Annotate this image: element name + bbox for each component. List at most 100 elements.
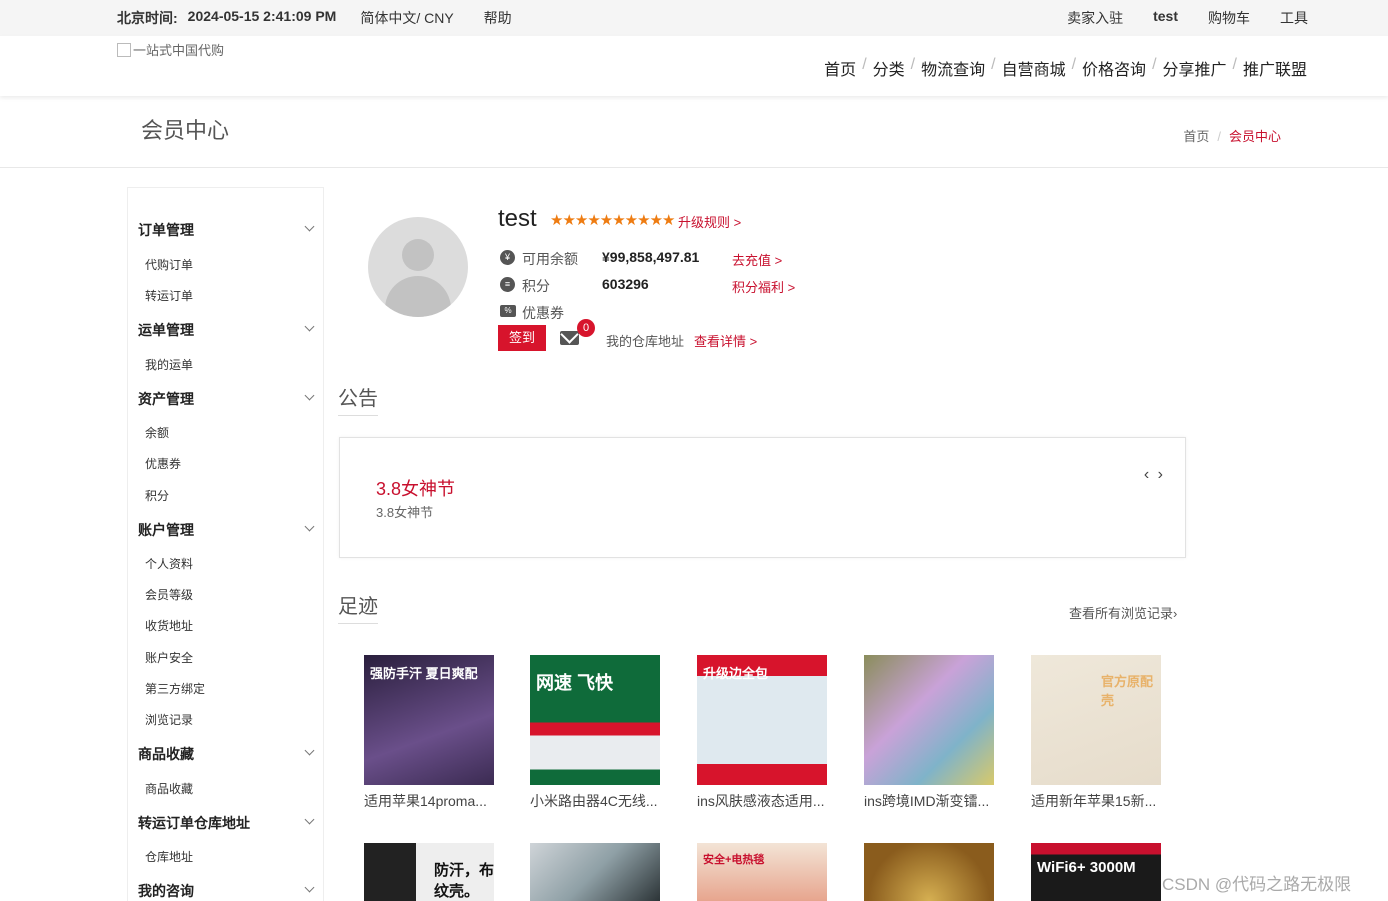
coupon-label[interactable]: 优惠券	[522, 303, 564, 323]
nav-home[interactable]: 首页	[824, 56, 856, 80]
chevron-down-icon[interactable]	[304, 882, 315, 893]
chevron-down-icon[interactable]	[304, 521, 315, 532]
sidebar-item-coupons[interactable]: 优惠券	[145, 455, 181, 472]
nav-separator: /	[1232, 56, 1237, 73]
sidebar-group-assets[interactable]: 资产管理	[138, 389, 194, 409]
sidebar-item-warehouse-address[interactable]: 仓库地址	[145, 848, 193, 865]
product-image[interactable]: WiFi6+ 3000M	[1031, 843, 1161, 901]
points-label: 积分	[522, 278, 550, 294]
product-image[interactable]: 升级边全包	[697, 655, 827, 785]
product-image[interactable]	[864, 655, 994, 785]
nav-category[interactable]: 分类	[873, 56, 905, 80]
product-image[interactable]: 官方原配壳	[1031, 655, 1161, 785]
product-image[interactable]: 安全+电热毯	[697, 843, 827, 901]
tools-link[interactable]: 工具	[1280, 8, 1308, 28]
product-image-text: WiFi6+ 3000M	[1037, 859, 1136, 876]
top-bar: 北京时间: 2024-05-15 2:41:09 PM 简体中文/ CNY 帮助…	[0, 0, 1388, 36]
product-card[interactable]: 强防手汗 夏日爽配 适用苹果14proma...	[364, 655, 494, 811]
chevron-down-icon[interactable]	[304, 814, 315, 825]
nav-separator: /	[862, 56, 867, 73]
user-account-link[interactable]: test	[1153, 8, 1178, 28]
product-caption[interactable]: ins风肤感液态适用...	[697, 791, 827, 811]
carousel-arrows-icon[interactable]: ‹ ›	[1144, 466, 1165, 484]
sidebar-item-favorites[interactable]: 商品收藏	[145, 780, 193, 797]
nav-separator: /	[910, 56, 916, 73]
sidebar-group-consult[interactable]: 我的咨询	[138, 881, 194, 901]
seller-join-link[interactable]: 卖家入驻	[1067, 8, 1123, 28]
product-card[interactable]: WiFi6+ 3000M	[1031, 843, 1161, 901]
warehouse-address-label: 我的仓库地址	[606, 334, 685, 349]
mail-icon[interactable]	[560, 331, 579, 345]
sidebar-item-address[interactable]: 收货地址	[145, 617, 193, 634]
sidebar-group-account[interactable]: 账户管理	[138, 520, 194, 540]
product-image-text: 防汗，布纹壳。	[434, 862, 494, 900]
help-link[interactable]: 帮助	[484, 8, 512, 28]
product-image[interactable]: 强防手汗 夏日爽配	[364, 655, 494, 785]
warehouse-details-link[interactable]: 查看详情 >	[694, 331, 757, 350]
upgrade-rules-link[interactable]: 升级规则 >	[678, 212, 741, 231]
nav-price-consult[interactable]: 价格咨询	[1082, 56, 1146, 80]
product-card[interactable]	[530, 843, 660, 901]
view-all-history-link[interactable]: 查看所有浏览记录›	[1069, 603, 1177, 622]
member-sidebar: 订单管理 代购订单 转运订单 运单管理 我的运单 资产管理 余额 优惠券 积分 …	[127, 187, 324, 901]
chevron-down-icon[interactable]	[304, 321, 315, 332]
product-card[interactable]: 防汗，布纹壳。	[364, 843, 494, 901]
nav-logistics[interactable]: 物流查询	[921, 56, 985, 80]
sidebar-group-waybills[interactable]: 运单管理	[138, 320, 194, 340]
sidebar-group-warehouse[interactable]: 转运订单仓库地址	[138, 813, 250, 833]
product-image-text: 网速 飞快	[536, 673, 614, 693]
site-logo[interactable]: 一站式中国代购	[117, 40, 224, 59]
breadcrumb-home[interactable]: 首页	[1183, 129, 1209, 144]
sidebar-item-forward-orders[interactable]: 转运订单	[145, 287, 193, 304]
balance-label: 可用余额	[522, 251, 578, 267]
product-card[interactable]: 安全+电热毯	[697, 843, 827, 901]
footprints-section-title: 足迹	[338, 590, 378, 624]
csdn-watermark: CSDN @代码之路无极限	[1162, 875, 1352, 894]
sign-in-button[interactable]: 签到	[498, 325, 546, 351]
nav-mall[interactable]: 自营商城	[1002, 56, 1066, 80]
product-image[interactable]	[530, 843, 660, 901]
points-welfare-link[interactable]: 积分福利 >	[732, 277, 795, 296]
chevron-down-icon[interactable]	[304, 221, 315, 232]
sidebar-group-favorites[interactable]: 商品收藏	[138, 744, 194, 764]
product-card[interactable]: 网速 飞快 小米路由器4C无线...	[530, 655, 660, 811]
product-card[interactable]: 官方原配壳 适用新年苹果15新...	[1031, 655, 1161, 811]
sidebar-item-balance[interactable]: 余额	[145, 424, 169, 441]
product-image[interactable]	[864, 843, 994, 901]
avatar-body-shape	[385, 276, 451, 317]
product-image[interactable]: 网速 飞快	[530, 655, 660, 785]
product-card[interactable]: 升级边全包 ins风肤感液态适用...	[697, 655, 827, 811]
sidebar-item-my-waybills[interactable]: 我的运单	[145, 356, 193, 373]
site-header: 一站式中国代购 首页 / 分类 / 物流查询 / 自营商城 / 价格咨询 / 分享推广 / …	[0, 36, 1388, 96]
product-caption[interactable]: 小米路由器4C无线...	[530, 791, 660, 811]
beijing-time-value: 2024-05-15 2:41:09 PM	[187, 8, 337, 24]
sidebar-item-purchase-orders[interactable]: 代购订单	[145, 256, 193, 273]
recharge-link[interactable]: 去充值 >	[732, 250, 782, 269]
nav-alliance[interactable]: 推广联盟	[1243, 56, 1307, 80]
product-caption[interactable]: ins跨境IMD渐变镭...	[864, 791, 994, 811]
breadcrumb-separator: /	[1217, 129, 1221, 144]
product-caption[interactable]: 适用苹果14proma...	[364, 791, 494, 811]
chevron-down-icon[interactable]	[304, 745, 315, 756]
product-card[interactable]: ins跨境IMD渐变镭...	[864, 655, 994, 811]
nav-share[interactable]: 分享推广	[1163, 56, 1227, 80]
sidebar-item-security[interactable]: 账户安全	[145, 649, 193, 666]
sidebar-item-profile[interactable]: 个人资料	[145, 555, 193, 572]
sidebar-item-points[interactable]: 积分	[145, 487, 169, 504]
product-image[interactable]: 防汗，布纹壳。	[364, 843, 494, 901]
sidebar-item-third-party[interactable]: 第三方绑定	[145, 680, 205, 697]
product-card[interactable]	[864, 843, 994, 901]
notice-title[interactable]: 3.8女神节	[376, 475, 455, 501]
cart-link[interactable]: 购物车	[1208, 8, 1250, 28]
avatar-head-shape	[402, 239, 434, 271]
product-caption[interactable]: 适用新年苹果15新...	[1031, 791, 1161, 811]
chevron-down-icon[interactable]	[304, 390, 315, 401]
sidebar-group-orders[interactable]: 订单管理	[138, 220, 194, 240]
mail-count-badge: 0	[577, 319, 595, 337]
logo-alt-text: 一站式中国代购	[133, 43, 225, 58]
sidebar-item-history[interactable]: 浏览记录	[145, 711, 193, 728]
avatar[interactable]	[368, 217, 468, 317]
sidebar-item-member-level[interactable]: 会员等级	[145, 586, 193, 603]
language-currency-selector[interactable]: 简体中文/ CNY	[360, 8, 453, 28]
breadcrumb-current: 会员中心	[1228, 129, 1281, 144]
